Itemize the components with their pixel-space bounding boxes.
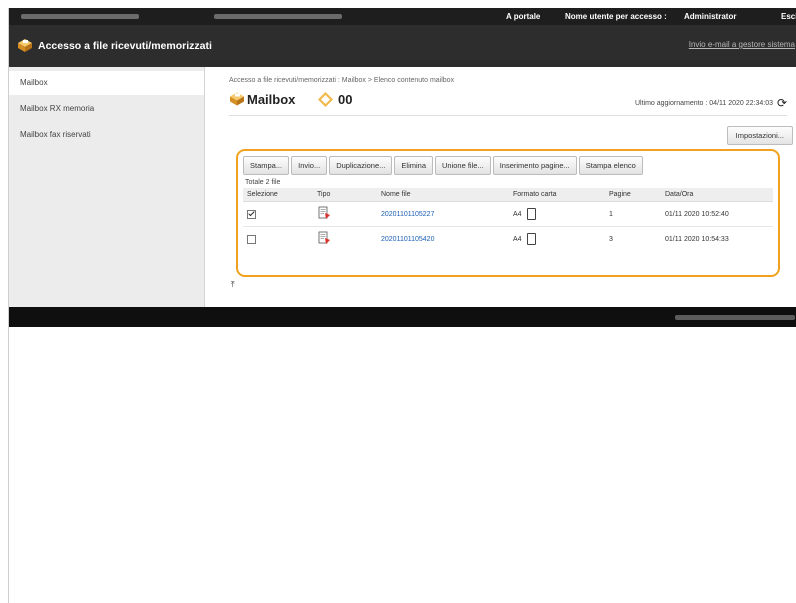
- device-name-blur: [21, 14, 139, 19]
- table-row: 20201101105420 A4 3 01/11 2020 10:54:33: [243, 227, 773, 252]
- table-header-row: Selezione Tipo Nome file Formato carta P…: [243, 188, 773, 202]
- top-bar: A portale Nome utente per accesso : Admi…: [9, 8, 796, 25]
- file-name-link[interactable]: 20201101105420: [381, 236, 434, 243]
- login-user-label: Nome utente per accesso :: [565, 12, 667, 21]
- file-toolbar: Stampa... Invio... Duplicazione... Elimina U…: [243, 156, 645, 175]
- date-time: 01/11 2020 10:54:33: [665, 235, 729, 243]
- column-header-file-name: Nome file: [377, 188, 509, 202]
- print-button[interactable]: Stampa...: [243, 156, 290, 175]
- column-header-pages: Pagine: [605, 188, 661, 202]
- browser-frame: A portale Nome utente per accesso : Admi…: [8, 8, 796, 603]
- table-row: 20201101105227 A4 1 01/11 2020 10:52:40: [243, 201, 773, 227]
- scroll-to-top-icon[interactable]: ⤒: [231, 280, 235, 290]
- device-address-blur: [214, 14, 342, 19]
- logout-link[interactable]: Esci: [781, 8, 796, 25]
- date-time: 01/11 2020 10:52:40: [665, 210, 729, 218]
- portal-link[interactable]: A portale: [506, 8, 540, 25]
- page-title: Mailbox: [247, 92, 296, 107]
- paper-portrait-icon: [526, 233, 536, 245]
- mailbox-number: 00: [338, 92, 353, 107]
- insert-pages-button[interactable]: Inserimento pagine...: [492, 156, 577, 175]
- footer: [9, 307, 796, 327]
- page-count: 3: [609, 235, 613, 243]
- login-user-name: Administrator: [684, 12, 737, 21]
- column-header-type: Tipo: [313, 188, 377, 202]
- mailbox-app-icon: [18, 39, 32, 52]
- row-select-checkbox[interactable]: [247, 209, 256, 219]
- column-header-date-time: Data/Ora: [661, 188, 773, 202]
- app-header: Accesso a file ricevuti/memorizzati Invi…: [9, 25, 796, 67]
- breadcrumb: Accesso a file ricevuti/memorizzati : Ma…: [229, 77, 455, 84]
- document-icon: [318, 231, 330, 244]
- file-name-link[interactable]: 20201101105227: [381, 211, 434, 218]
- last-update-text: Ultimo aggiornamento : 04/11 2020 22:34:…: [634, 100, 773, 107]
- divider: [229, 115, 787, 116]
- copyright-blur: [675, 315, 795, 320]
- paper-portrait-icon: [526, 208, 536, 220]
- delete-button[interactable]: Elimina: [394, 156, 433, 175]
- app-title: Accesso a file ricevuti/memorizzati: [38, 40, 212, 52]
- email-admin-link[interactable]: Invio e-mail a gestore sistema: [689, 40, 795, 49]
- duplicate-button[interactable]: Duplicazione...: [329, 156, 393, 175]
- print-list-button[interactable]: Stampa elenco: [578, 156, 643, 175]
- sidebar: Mailbox Mailbox RX memoria Mailbox fax r…: [9, 67, 205, 307]
- sidebar-item-mailbox-rx-memory[interactable]: Mailbox RX memoria: [9, 97, 204, 121]
- highlight-panel: Stampa... Invio... Duplicazione... Elimina U…: [236, 149, 780, 277]
- page-count: 1: [609, 210, 613, 218]
- file-table: Selezione Tipo Nome file Formato carta P…: [243, 188, 773, 251]
- sidebar-item-mailbox[interactable]: Mailbox: [9, 71, 204, 95]
- merge-files-button[interactable]: Unione file...: [435, 156, 491, 175]
- document-icon: [318, 206, 330, 219]
- settings-button[interactable]: Impostazioni...: [726, 126, 793, 145]
- file-count: Totale 2 file: [245, 179, 281, 186]
- paper-size: A4: [513, 235, 522, 243]
- main-content: Accesso a file ricevuti/memorizzati : Ma…: [205, 67, 796, 307]
- paper-size: A4: [513, 210, 522, 218]
- mailbox-icon: [230, 92, 244, 106]
- mailbox-number-icon: [318, 92, 333, 107]
- sidebar-item-confidential-fax-mailbox[interactable]: Mailbox fax riservati: [9, 123, 204, 147]
- column-header-paper-size: Formato carta: [509, 188, 605, 202]
- row-select-checkbox[interactable]: [247, 234, 256, 244]
- send-button[interactable]: Invio...: [291, 156, 328, 175]
- refresh-icon[interactable]: ⟳: [777, 96, 787, 110]
- column-header-selection: Selezione: [243, 188, 313, 202]
